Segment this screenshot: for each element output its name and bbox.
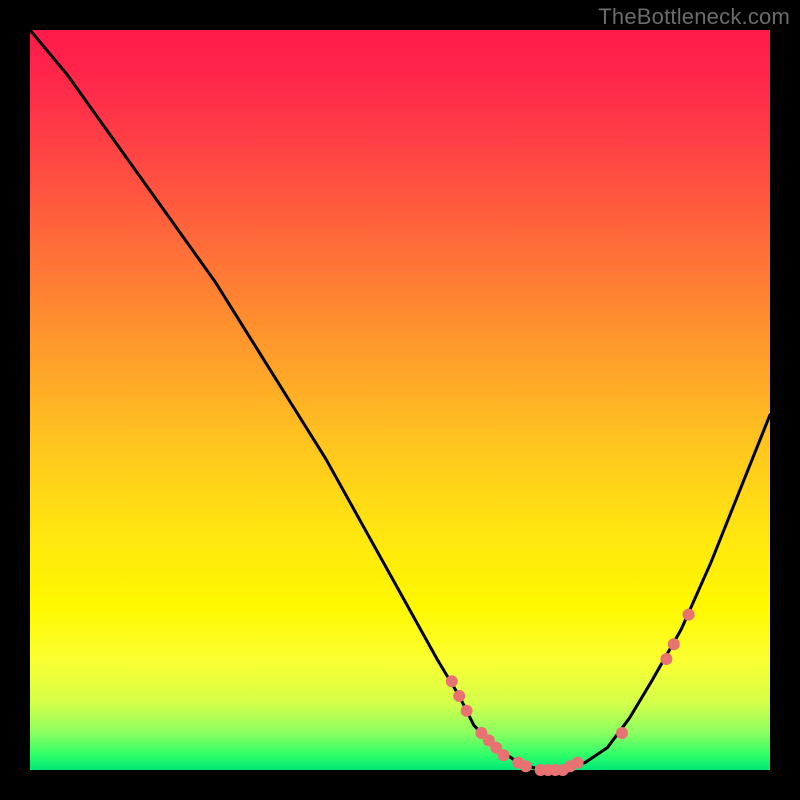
chart-svg: [30, 30, 770, 770]
data-point-marker: [446, 675, 458, 687]
data-point-marker: [520, 760, 532, 772]
data-point-marker: [660, 653, 672, 665]
watermark-text: TheBottleneck.com: [598, 4, 790, 30]
plot-area: [30, 30, 770, 770]
data-point-marker: [616, 727, 628, 739]
data-point-markers: [446, 609, 695, 776]
data-point-marker: [453, 690, 465, 702]
data-point-marker: [668, 638, 680, 650]
bottleneck-curve: [30, 30, 770, 770]
data-point-marker: [461, 705, 473, 717]
data-point-marker: [572, 757, 584, 769]
chart-frame: TheBottleneck.com: [0, 0, 800, 800]
data-point-marker: [683, 609, 695, 621]
data-point-marker: [498, 749, 510, 761]
